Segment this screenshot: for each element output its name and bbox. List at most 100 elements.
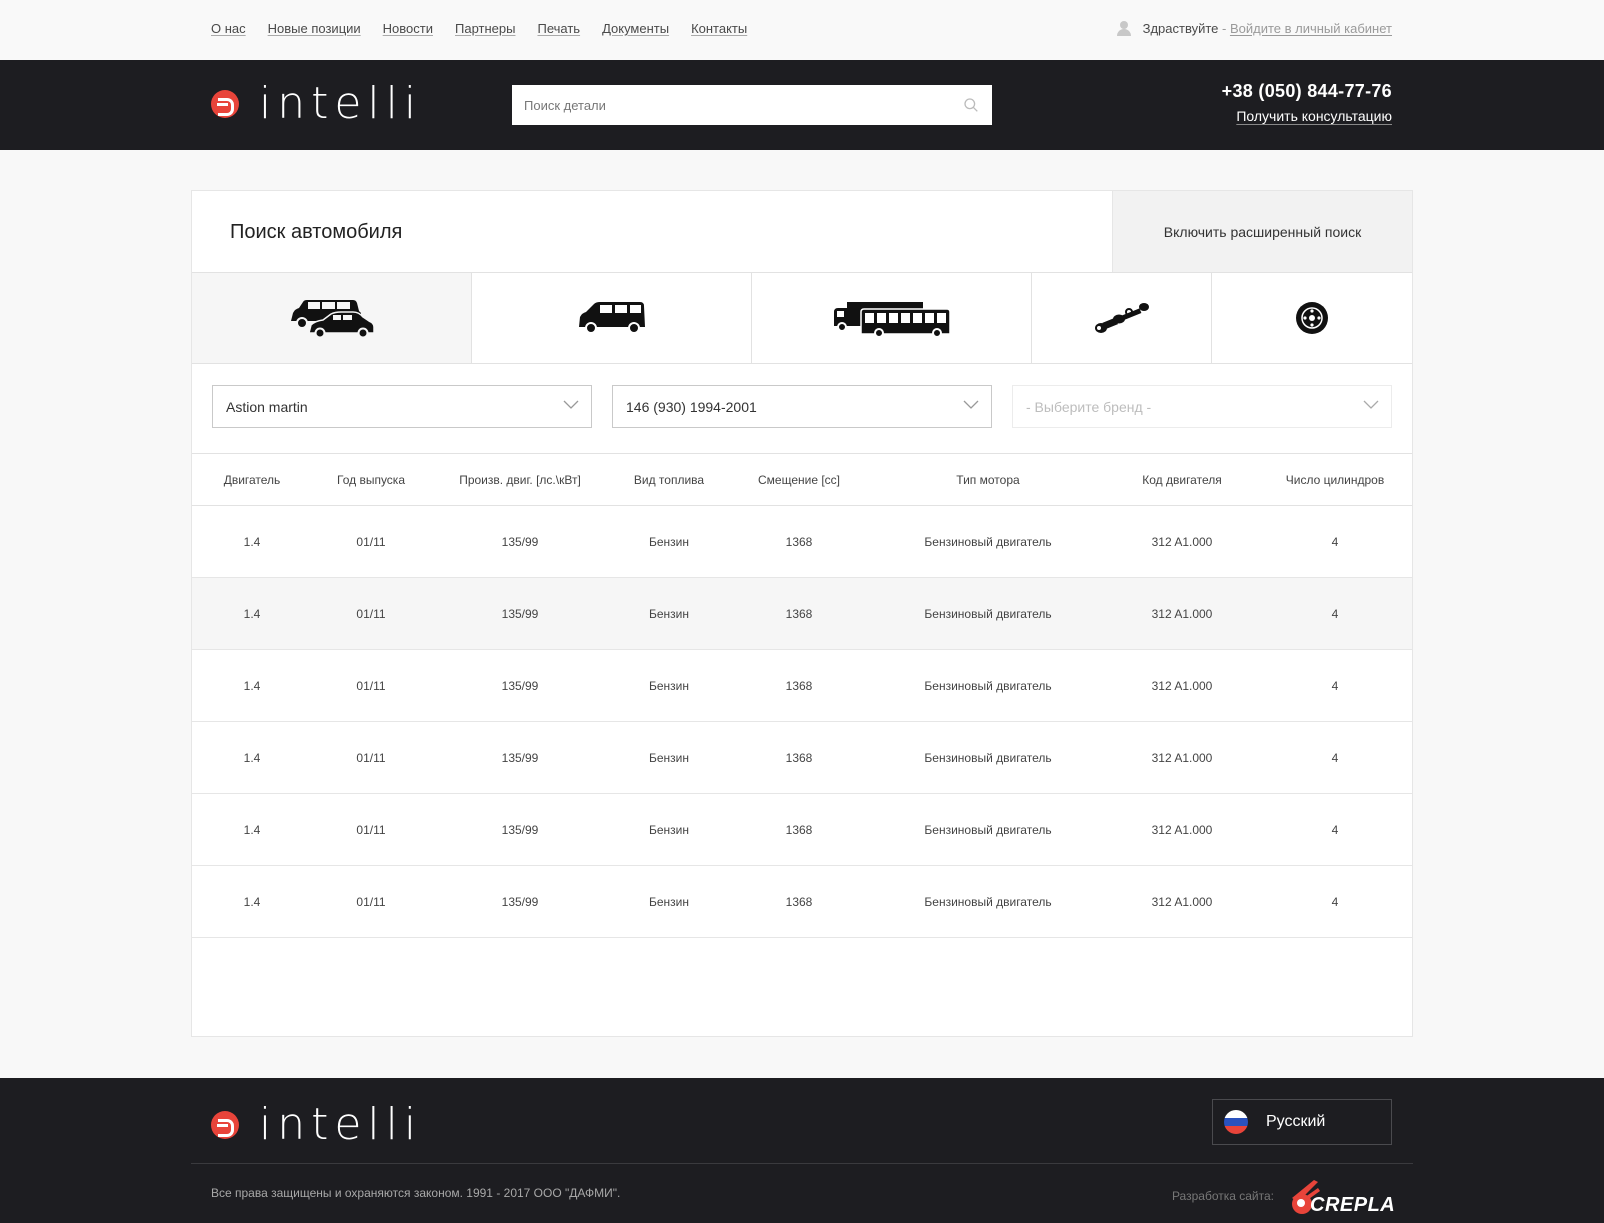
brand-select[interactable]: Astion martin: [212, 385, 592, 428]
chevron-down-icon: [563, 400, 579, 409]
column-header[interactable]: Вид топлива: [610, 473, 728, 487]
column-header[interactable]: Число цилиндров: [1258, 473, 1412, 487]
brand-filter-placeholder: - Выберите бренд -: [1026, 399, 1152, 415]
footer-divider: [191, 1163, 1413, 1164]
table-row[interactable]: 1.4 01/11 135/99 Бензин 1368 Бензиновый двига…: [192, 650, 1412, 722]
search-input[interactable]: [512, 85, 952, 125]
table-cell: 1.4: [243, 750, 261, 765]
table-cell: 1368: [785, 606, 813, 621]
account-area: Здраствуйте - Войдите в личный кабинет: [1116, 21, 1392, 36]
table-cell: Бензиновый двигатель: [924, 894, 1052, 909]
site-footer: intelli Русский Все права защищены и охр…: [0, 1078, 1604, 1223]
site-header: intelli +38 (050) 844-77-76 Получить кон…: [0, 60, 1604, 150]
table-cell: 4: [1331, 822, 1339, 837]
table-cell: Бензиновый двигатель: [924, 678, 1052, 693]
nav-link-print[interactable]: Печать: [537, 21, 580, 36]
advanced-search-button[interactable]: Включить расширенный поиск: [1112, 191, 1412, 272]
table-body: 1.4 01/11 135/99 Бензин 1368 Бензиновый двига…: [192, 506, 1412, 938]
nav-link-contacts[interactable]: Контакты: [691, 21, 747, 36]
user-icon: [1116, 21, 1131, 36]
table-cell: Бензин: [648, 678, 689, 693]
tab-trucks-buses[interactable]: [752, 273, 1032, 363]
tab-passenger-cars[interactable]: [192, 273, 472, 363]
table-cell: 135/99: [501, 678, 539, 693]
table-cell: 1368: [785, 750, 813, 765]
table-cell: 312 A1.000: [1151, 678, 1213, 693]
model-select-value: 146 (930) 1994-2001: [626, 399, 757, 415]
language-label: Русский: [1266, 1113, 1326, 1130]
part-search: [512, 85, 992, 125]
copyright-text: Все права защищены и охраняются законом.…: [211, 1186, 621, 1200]
table-cell: 135/99: [501, 534, 539, 549]
table-cell: 1.4: [243, 822, 261, 837]
brake-disc-icon: [1296, 302, 1328, 334]
developer-brand: CREPLA: [1310, 1194, 1396, 1216]
column-header[interactable]: Двигатель: [192, 473, 312, 487]
chevron-down-icon: [1363, 400, 1379, 409]
header-logo[interactable]: intelli: [211, 82, 422, 126]
model-select[interactable]: 146 (930) 1994-2001: [612, 385, 992, 428]
footer-logo[interactable]: intelli: [211, 1103, 422, 1147]
greeting-separator: -: [1218, 21, 1230, 36]
greeting-text: Здраствуйте: [1142, 21, 1219, 36]
table-cell: 1368: [785, 822, 813, 837]
table-cell: 1368: [785, 894, 813, 909]
logo-mark-icon: [211, 1111, 239, 1139]
column-header[interactable]: Код двигателя: [1106, 473, 1258, 487]
table-row[interactable]: 1.4 01/11 135/99 Бензин 1368 Бензиновый двига…: [192, 866, 1412, 938]
nav-link-documents[interactable]: Документы: [602, 21, 669, 36]
top-links: О нас Новые позиции Новости Партнеры Печ…: [211, 21, 747, 36]
consultation-link[interactable]: Получить консультацию: [1222, 108, 1392, 124]
table-cell: Бензин: [648, 750, 689, 765]
table-cell: Бензин: [648, 894, 689, 909]
table-cell: 4: [1331, 606, 1339, 621]
table-cell: 4: [1331, 894, 1339, 909]
column-header[interactable]: Смещение [cc]: [728, 473, 870, 487]
table-row[interactable]: 1.4 01/11 135/99 Бензин 1368 Бензиновый двига…: [192, 506, 1412, 578]
engine-table: Двигатель Год выпуска Произв. двиг. [лс.…: [192, 453, 1412, 938]
table-cell: 01/11: [356, 534, 386, 549]
crepla-logo[interactable]: CREPLA: [1284, 1176, 1396, 1216]
nav-link-partners[interactable]: Партнеры: [455, 21, 515, 36]
table-row[interactable]: 1.4 01/11 135/99 Бензин 1368 Бензиновый двига…: [192, 722, 1412, 794]
tab-minivans[interactable]: [472, 273, 752, 363]
search-icon[interactable]: [964, 98, 978, 112]
filter-bar: Astion martin 146 (930) 1994-2001 - Выбе…: [212, 385, 1392, 428]
brand-filter-select[interactable]: - Выберите бренд -: [1012, 385, 1392, 428]
column-header[interactable]: Произв. двиг. [лс.\кВт]: [430, 473, 610, 487]
phone-number[interactable]: +38 (050) 844-77-76: [1222, 81, 1392, 102]
axle-icon: [1094, 303, 1149, 333]
table-cell: 1368: [785, 678, 813, 693]
logo-text: intelli: [259, 1099, 423, 1150]
nav-link-new-items[interactable]: Новые позиции: [268, 21, 361, 36]
page-title: Поиск автомобиля: [230, 221, 403, 243]
column-header[interactable]: Год выпуска: [312, 473, 430, 487]
login-link[interactable]: Войдите в личный кабинет: [1230, 21, 1392, 36]
table-cell: 4: [1331, 678, 1339, 693]
table-cell: 312 A1.000: [1151, 822, 1213, 837]
table-cell: 1368: [785, 534, 813, 549]
table-cell: 1.4: [243, 534, 261, 549]
logo-mark-icon: [211, 90, 239, 118]
table-cell: 4: [1331, 750, 1339, 765]
table-row[interactable]: 1.4 01/11 135/99 Бензин 1368 Бензиновый двига…: [192, 794, 1412, 866]
table-cell: 312 A1.000: [1151, 606, 1213, 621]
language-select[interactable]: Русский: [1212, 1099, 1392, 1145]
nav-link-news[interactable]: Новости: [383, 21, 433, 36]
table-cell: Бензин: [648, 534, 689, 549]
contact-block: +38 (050) 844-77-76 Получить консультаци…: [1222, 81, 1392, 124]
table-row[interactable]: 1.4 01/11 135/99 Бензин 1368 Бензиновый двига…: [192, 578, 1412, 650]
tab-brakes[interactable]: [1212, 273, 1412, 363]
table-cell: Бензин: [648, 606, 689, 621]
tab-axles[interactable]: [1032, 273, 1212, 363]
table-cell: 135/99: [501, 822, 539, 837]
chevron-down-icon: [963, 400, 979, 409]
nav-link-about[interactable]: О нас: [211, 21, 246, 36]
table-header: Двигатель Год выпуска Произв. двиг. [лс.…: [192, 453, 1412, 506]
table-cell: 01/11: [356, 606, 386, 621]
top-navigation: О нас Новые позиции Новости Партнеры Печ…: [0, 0, 1604, 60]
table-cell: Бензиновый двигатель: [924, 822, 1052, 837]
table-cell: 01/11: [356, 822, 386, 837]
table-cell: Бензин: [648, 822, 689, 837]
column-header[interactable]: Тип мотора: [870, 473, 1106, 487]
